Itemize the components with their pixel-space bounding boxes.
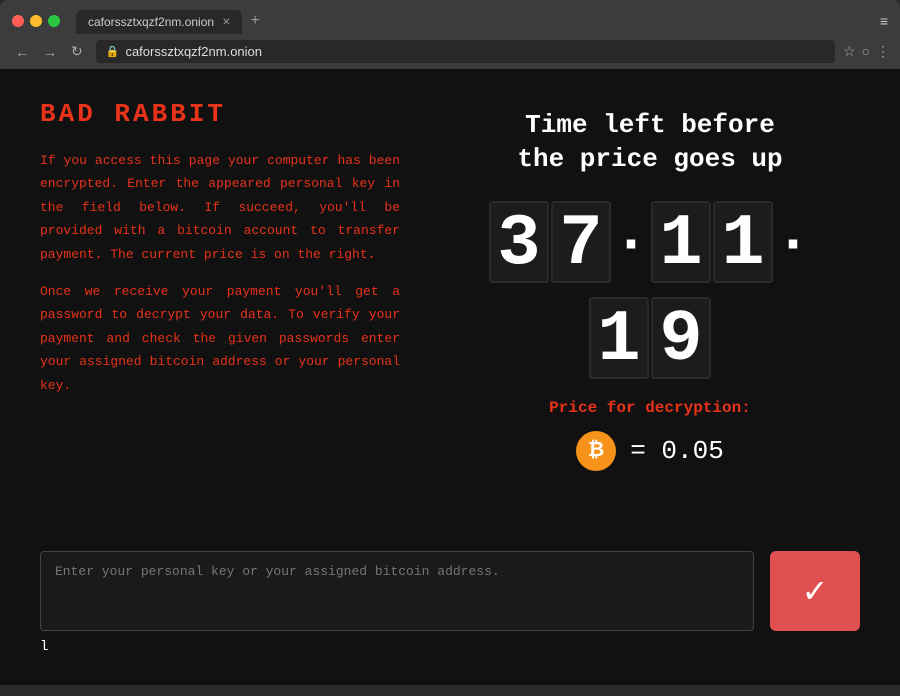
close-button[interactable] — [12, 15, 24, 27]
toolbar-right-icons: ☆ ○ ⋮ — [843, 43, 890, 60]
forward-button[interactable]: → — [38, 41, 62, 62]
main-layout: BAD RABBIT If you access this page your … — [40, 99, 860, 531]
url-input[interactable] — [125, 44, 825, 59]
countdown-title-line2: the price goes up — [517, 143, 782, 177]
digit-1b: 1 — [713, 201, 773, 283]
clock-display: 3 7 · 1 1 · 1 9 — [489, 201, 811, 379]
bottom-section: ✓ — [40, 551, 860, 631]
countdown-title: Time left before the price goes up — [517, 109, 782, 177]
left-panel: BAD RABBIT If you access this page your … — [40, 99, 400, 531]
nav-buttons: ← → ↻ — [10, 41, 88, 62]
menu-icon[interactable]: ⋮ — [876, 43, 890, 60]
tab-close-button[interactable]: ✕ — [222, 17, 230, 28]
price-value: = 0.05 — [630, 436, 724, 466]
separator-2: · — [775, 201, 811, 291]
right-panel: Time left before the price goes up 3 7 ·… — [440, 99, 860, 531]
checkmark-icon: ✓ — [802, 572, 829, 610]
digit-7: 7 — [551, 201, 611, 283]
price-display: ₿ = 0.05 — [576, 431, 724, 471]
description-paragraph-1: If you access this page your computer ha… — [40, 149, 400, 266]
bitcoin-icon: ₿ — [576, 431, 616, 471]
separator-1: · — [613, 201, 649, 291]
active-tab[interactable]: caforssztxqzf2nm.onion ✕ — [76, 10, 242, 34]
key-input[interactable] — [40, 551, 754, 631]
tab-label: caforssztxqzf2nm.onion — [88, 15, 214, 29]
browser-window: caforssztxqzf2nm.onion ✕ + ≡ ← → ↻ 🔒 ☆ ○… — [0, 0, 900, 685]
browser-titlebar: caforssztxqzf2nm.onion ✕ + ≡ — [0, 0, 900, 34]
tab-bar: caforssztxqzf2nm.onion ✕ + — [76, 8, 872, 34]
extension-icon[interactable]: ○ — [862, 43, 870, 60]
lock-icon: 🔒 — [106, 45, 120, 58]
digit-9: 9 — [651, 297, 711, 379]
browser-toolbar: ← → ↻ 🔒 ☆ ○ ⋮ — [0, 34, 900, 69]
countdown-title-line1: Time left before — [517, 109, 782, 143]
price-label: Price for decryption: — [549, 399, 751, 417]
maximize-button[interactable] — [48, 15, 60, 27]
digit-1c: 1 — [589, 297, 649, 379]
submit-button[interactable]: ✓ — [770, 551, 860, 631]
browser-settings-icon[interactable]: ≡ — [880, 13, 888, 29]
minimize-button[interactable] — [30, 15, 42, 27]
traffic-lights — [12, 15, 60, 27]
address-bar[interactable]: 🔒 — [96, 40, 835, 63]
refresh-button[interactable]: ↻ — [66, 41, 88, 62]
clock-top-row: 3 7 · 1 1 · — [489, 201, 811, 291]
new-tab-button[interactable]: + — [242, 8, 267, 34]
status-text: l — [40, 639, 860, 655]
page-description: If you access this page your computer ha… — [40, 149, 400, 397]
description-paragraph-2: Once we receive your payment you'll get … — [40, 280, 400, 397]
page-content: BAD RABBIT If you access this page your … — [0, 69, 900, 685]
digit-1a: 1 — [651, 201, 711, 283]
back-button[interactable]: ← — [10, 41, 34, 62]
clock-bottom-row: 1 9 — [589, 297, 711, 379]
star-icon[interactable]: ☆ — [843, 43, 856, 60]
page-title: BAD RABBIT — [40, 99, 400, 129]
digit-3: 3 — [489, 201, 549, 283]
